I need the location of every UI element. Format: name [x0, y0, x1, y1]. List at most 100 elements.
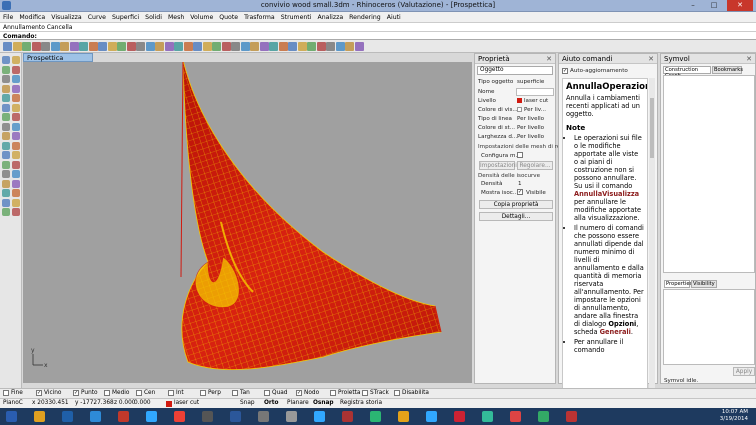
command-input[interactable]: [36, 33, 736, 40]
menu-superfici[interactable]: Superfici: [112, 14, 139, 21]
close-icon[interactable]: ✕: [746, 54, 752, 64]
menu-solidi[interactable]: Solidi: [145, 14, 162, 21]
left-tool-icon[interactable]: [12, 141, 20, 150]
toolbar-tool-icon[interactable]: [79, 42, 88, 51]
taskbar-app-icon[interactable]: [286, 411, 297, 422]
prop-value-display-color[interactable]: Per liv...: [524, 107, 546, 113]
minimize-button[interactable]: –: [683, 0, 703, 11]
density-value[interactable]: 1: [518, 181, 522, 187]
close-icon[interactable]: ✕: [648, 54, 654, 64]
toolbar-tool-icon[interactable]: [50, 42, 60, 51]
osnap-checkbox[interactable]: ✓: [296, 390, 302, 396]
taskbar-app-icon[interactable]: [146, 411, 157, 422]
menu-modifica[interactable]: Modifica: [19, 14, 45, 21]
taskbar-app-icon[interactable]: [174, 411, 185, 422]
left-tool-icon[interactable]: [2, 208, 10, 216]
prop-value-print-color[interactable]: Per livello: [517, 125, 544, 131]
left-tool-icon[interactable]: [12, 160, 20, 169]
toolbar-tool-icon[interactable]: [98, 42, 107, 51]
details-button[interactable]: Dettagli...: [479, 212, 553, 221]
current-layer[interactable]: laser cut: [174, 400, 199, 406]
left-tool-icon[interactable]: [12, 132, 20, 140]
osnap-checkbox[interactable]: [264, 390, 270, 396]
prop-value-linetype[interactable]: Per livello: [517, 116, 544, 122]
toolbar-tool-icon[interactable]: [316, 42, 326, 51]
taskbar-app-icon[interactable]: [258, 411, 269, 422]
toolbar-tool-icon[interactable]: [41, 42, 50, 51]
configure-mesh-checkbox[interactable]: [517, 152, 523, 158]
osnap-punto[interactable]: ✓ Punto: [73, 390, 98, 396]
taskbar-app-icon[interactable]: [454, 411, 465, 422]
left-tool-icon[interactable]: [2, 84, 10, 93]
osnap-cen[interactable]: Cen: [136, 390, 155, 396]
taskbar-app-icon[interactable]: [90, 411, 101, 422]
left-tool-icon[interactable]: [12, 170, 20, 178]
osnap-tan[interactable]: Tan: [232, 390, 250, 396]
taskbar-app-icon[interactable]: [426, 411, 437, 422]
menu-visualizza[interactable]: Visualizza: [51, 14, 81, 21]
taskbar-app-icon[interactable]: [118, 411, 129, 422]
toolbar-tool-icon[interactable]: [155, 42, 164, 51]
toolbar-tool-icon[interactable]: [3, 42, 12, 51]
left-tool-icon[interactable]: [12, 56, 20, 64]
osnap-checkbox[interactable]: [200, 390, 206, 396]
left-tool-icon[interactable]: [12, 208, 20, 216]
left-tool-icon[interactable]: [12, 84, 20, 93]
left-tool-icon[interactable]: [12, 179, 20, 188]
taskbar-app-icon[interactable]: [398, 411, 409, 422]
left-tool-icon[interactable]: [12, 122, 20, 131]
left-tool-icon[interactable]: [2, 141, 10, 150]
toolbar-tool-icon[interactable]: [250, 42, 259, 51]
left-tool-icon[interactable]: [12, 151, 20, 159]
left-tool-icon[interactable]: [12, 75, 20, 83]
menu-analizza[interactable]: Analizza: [317, 14, 343, 21]
osnap-vicino[interactable]: ✓ Vicino: [36, 390, 61, 396]
help-scrollbar[interactable]: [649, 78, 655, 418]
osnap-checkbox[interactable]: [330, 390, 336, 396]
osnap-checkbox[interactable]: [168, 390, 174, 396]
left-tool-icon[interactable]: [2, 113, 10, 121]
toolbar-tool-icon[interactable]: [335, 42, 345, 51]
osnap-checkbox[interactable]: [104, 390, 110, 396]
toolbar-tool-icon[interactable]: [126, 42, 136, 51]
toolbar-tool-icon[interactable]: [354, 42, 364, 51]
tab-construction-graph[interactable]: Construction Graph: [663, 66, 711, 79]
taskbar-app-icon[interactable]: [482, 411, 493, 422]
toolbar-tool-icon[interactable]: [136, 42, 145, 51]
prop-value-print-width[interactable]: Per livello: [517, 134, 544, 140]
cplane-label[interactable]: PianoC: [3, 400, 23, 406]
taskbar-app-icon[interactable]: [62, 411, 73, 422]
object-selector[interactable]: Oggetto: [477, 66, 553, 75]
osnap-checkbox[interactable]: ✓: [36, 390, 42, 396]
osnap-int[interactable]: Int: [168, 390, 184, 396]
left-tool-icon[interactable]: [2, 179, 10, 188]
left-tool-icon[interactable]: [2, 65, 10, 74]
tab-bookmarks[interactable]: Bookmarks: [712, 66, 743, 74]
osnap-fine[interactable]: Fine: [3, 390, 23, 396]
close-icon[interactable]: ✕: [546, 54, 552, 64]
taskbar-app-icon[interactable]: [510, 411, 521, 422]
tab-properties[interactable]: Properties: [664, 280, 692, 288]
menu-trasforma[interactable]: Trasforma: [244, 14, 275, 21]
taskbar-app-icon[interactable]: [370, 411, 381, 422]
auto-update-checkbox[interactable]: ✓: [562, 68, 568, 74]
toolbar-tool-icon[interactable]: [278, 42, 288, 51]
osnap-strack[interactable]: STrack: [362, 390, 389, 396]
menu-curve[interactable]: Curve: [88, 14, 106, 21]
osnap-checkbox[interactable]: [362, 390, 368, 396]
menu-quote[interactable]: Quote: [219, 14, 238, 21]
toolbar-tool-icon[interactable]: [88, 42, 98, 51]
toolbar-tool-icon[interactable]: [269, 42, 278, 51]
toolbar-tool-icon[interactable]: [145, 42, 155, 51]
left-tool-icon[interactable]: [2, 198, 10, 207]
left-tool-icon[interactable]: [2, 56, 10, 64]
toolbar-tool-icon[interactable]: [231, 42, 240, 51]
construction-graph-area[interactable]: [663, 75, 755, 273]
left-tool-icon[interactable]: [2, 170, 10, 178]
osnap-checkbox[interactable]: ✓: [73, 390, 79, 396]
toolbar-tool-icon[interactable]: [174, 42, 183, 51]
toolbar-tool-icon[interactable]: [117, 42, 126, 51]
left-tool-icon[interactable]: [2, 122, 10, 131]
osnap-proietta[interactable]: Proietta: [330, 390, 360, 396]
left-tool-icon[interactable]: [2, 103, 10, 112]
